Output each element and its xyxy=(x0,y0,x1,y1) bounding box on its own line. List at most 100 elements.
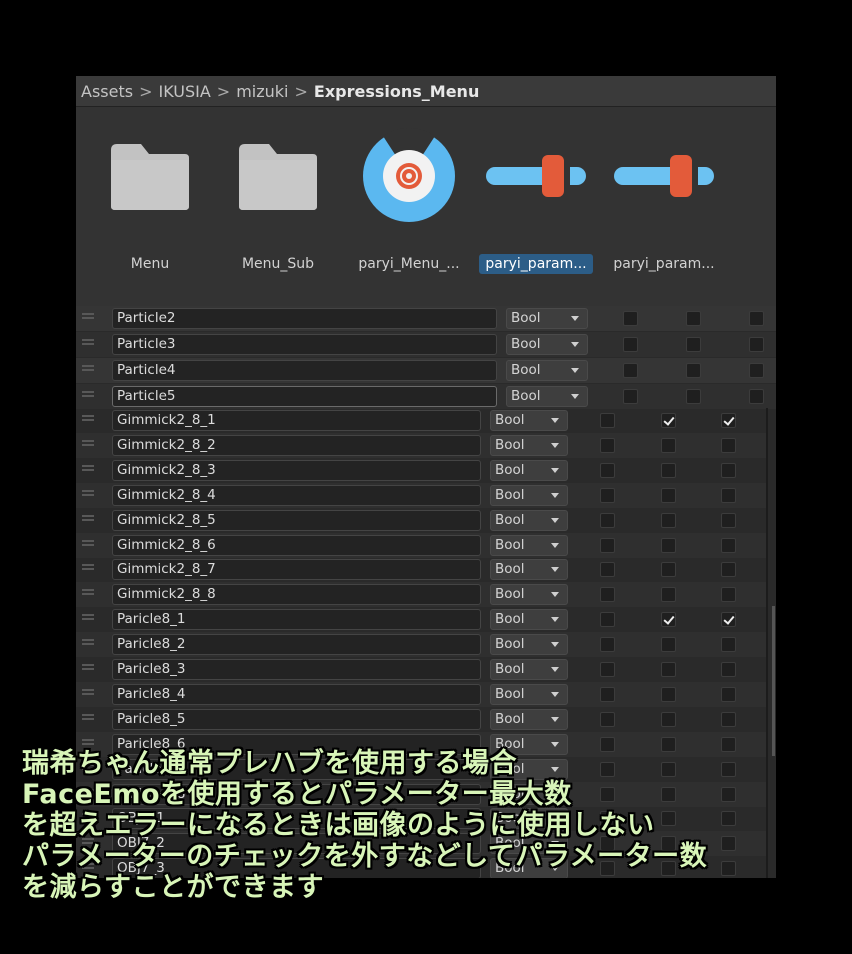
checkbox-default[interactable] xyxy=(600,487,615,503)
asset-item-paryi-param[interactable]: paryi_param... xyxy=(604,132,724,274)
checkbox-synced[interactable] xyxy=(721,662,736,677)
checkbox-synced[interactable] xyxy=(721,413,736,428)
drag-handle-icon[interactable] xyxy=(82,688,94,695)
checkbox-saved[interactable] xyxy=(661,413,676,428)
parameter-name-field[interactable]: Gimmick2_8_8 xyxy=(112,584,481,606)
drag-handle-icon[interactable] xyxy=(82,738,94,745)
checkbox-synced[interactable] xyxy=(721,487,736,503)
parameter-type-dropdown[interactable]: Bool xyxy=(506,334,588,355)
parameter-name-field[interactable]: Paricle8_2 xyxy=(112,634,481,656)
parameter-type-dropdown[interactable]: Bool xyxy=(490,559,568,581)
checkbox-saved[interactable] xyxy=(686,337,701,352)
checkbox-synced[interactable] xyxy=(721,637,736,653)
checkbox-saved[interactable] xyxy=(661,686,676,702)
parameter-name-field[interactable]: Particle3 xyxy=(112,334,497,355)
checkbox-default[interactable] xyxy=(600,637,615,653)
asset-item-paryi-param-selected[interactable]: paryi_param... xyxy=(476,132,596,274)
checkbox-default[interactable] xyxy=(600,587,615,603)
checkbox-default[interactable] xyxy=(623,311,638,326)
parameter-type-dropdown[interactable]: Bool xyxy=(490,509,568,531)
checkbox-synced[interactable] xyxy=(721,686,736,702)
checkbox-default[interactable] xyxy=(623,389,638,404)
checkbox-default[interactable] xyxy=(600,662,615,677)
checkbox-default[interactable] xyxy=(600,413,615,428)
parameter-type-dropdown[interactable]: Bool xyxy=(490,708,568,730)
parameter-name-field[interactable]: Paricle8_5 xyxy=(112,708,481,730)
asset-item-paryi-menu[interactable]: paryi_Menu_... xyxy=(349,128,469,274)
drag-handle-icon[interactable] xyxy=(82,639,94,646)
checkbox-saved[interactable] xyxy=(661,711,676,727)
checkbox-default[interactable] xyxy=(623,363,638,378)
checkbox-saved[interactable] xyxy=(661,612,676,628)
drag-handle-icon[interactable] xyxy=(82,589,94,596)
parameter-type-dropdown[interactable]: Bool xyxy=(506,360,588,381)
parameter-name-field[interactable]: Gimmick2_8_1 xyxy=(112,410,481,431)
checkbox-default[interactable] xyxy=(600,562,615,578)
parameter-type-dropdown[interactable]: Bool xyxy=(490,609,568,631)
parameter-type-dropdown[interactable]: Bool xyxy=(490,410,568,431)
checkbox-synced[interactable] xyxy=(721,437,736,453)
checkbox-synced[interactable] xyxy=(721,537,736,553)
drag-handle-icon[interactable] xyxy=(82,439,94,446)
drag-handle-icon[interactable] xyxy=(82,539,94,546)
parameter-name-field[interactable]: Paricle8_4 xyxy=(112,683,481,705)
parameter-type-dropdown[interactable]: Bool xyxy=(506,386,588,407)
parameter-type-dropdown[interactable]: Bool xyxy=(506,308,588,329)
checkbox-saved[interactable] xyxy=(661,587,676,603)
drag-handle-icon[interactable] xyxy=(82,664,94,670)
checkbox-synced[interactable] xyxy=(721,612,736,628)
parameter-name-field[interactable]: Gimmick2_8_2 xyxy=(112,434,481,456)
checkbox-synced[interactable] xyxy=(721,711,736,727)
parameter-name-field[interactable]: Gimmick2_8_4 xyxy=(112,484,481,506)
checkbox-saved[interactable] xyxy=(661,562,676,578)
parameter-type-dropdown[interactable]: Bool xyxy=(490,584,568,606)
checkbox-saved[interactable] xyxy=(661,462,676,478)
parameter-name-field[interactable]: Particle5 xyxy=(112,386,497,407)
drag-handle-icon[interactable] xyxy=(82,391,94,397)
checkbox-saved[interactable] xyxy=(661,437,676,453)
checkbox-default[interactable] xyxy=(600,462,615,478)
checkbox-default[interactable] xyxy=(600,437,615,453)
parameter-name-field[interactable]: Gimmick2_8_7 xyxy=(112,559,481,581)
checkbox-default[interactable] xyxy=(600,612,615,628)
drag-handle-icon[interactable] xyxy=(82,464,94,471)
checkbox-synced[interactable] xyxy=(721,587,736,603)
drag-handle-icon[interactable] xyxy=(82,489,94,496)
checkbox-saved[interactable] xyxy=(661,537,676,553)
parameter-type-dropdown[interactable]: Bool xyxy=(490,634,568,656)
checkbox-saved[interactable] xyxy=(661,512,676,528)
checkbox-default[interactable] xyxy=(600,537,615,553)
breadcrumb-expressions-menu[interactable]: Expressions_Menu xyxy=(314,82,479,101)
asset-item-menu-sub[interactable]: Menu_Sub xyxy=(218,132,338,274)
drag-handle-icon[interactable] xyxy=(82,313,94,319)
checkbox-saved[interactable] xyxy=(661,637,676,653)
parameter-name-field[interactable]: Paricle8_3 xyxy=(112,659,481,680)
parameter-type-dropdown[interactable]: Bool xyxy=(490,683,568,705)
parameter-name-field[interactable]: Gimmick2_8_5 xyxy=(112,509,481,531)
drag-handle-icon[interactable] xyxy=(82,614,94,621)
drag-handle-icon[interactable] xyxy=(82,339,94,345)
checkbox-synced[interactable] xyxy=(721,462,736,478)
checkbox-default[interactable] xyxy=(600,512,615,528)
parameter-name-field[interactable]: Paricle8_1 xyxy=(112,609,481,631)
checkbox-synced[interactable] xyxy=(749,363,764,378)
drag-handle-icon[interactable] xyxy=(82,365,94,371)
parameter-name-field[interactable]: Gimmick2_8_6 xyxy=(112,534,481,556)
parameter-type-dropdown[interactable]: Bool xyxy=(490,459,568,481)
checkbox-saved[interactable] xyxy=(686,363,701,378)
drag-handle-icon[interactable] xyxy=(82,415,94,421)
drag-handle-icon[interactable] xyxy=(82,713,94,720)
parameter-type-dropdown[interactable]: Bool xyxy=(490,659,568,680)
checkbox-saved[interactable] xyxy=(686,311,701,326)
checkbox-synced[interactable] xyxy=(721,562,736,578)
breadcrumb-assets[interactable]: Assets xyxy=(81,82,133,101)
asset-item-menu[interactable]: Menu xyxy=(90,132,210,274)
checkbox-default[interactable] xyxy=(600,686,615,702)
checkbox-synced[interactable] xyxy=(749,311,764,326)
scrollbar[interactable] xyxy=(772,606,775,756)
breadcrumb-mizuki[interactable]: mizuki xyxy=(236,82,288,101)
drag-handle-icon[interactable] xyxy=(82,564,94,571)
parameter-name-field[interactable]: Particle4 xyxy=(112,360,497,381)
checkbox-synced[interactable] xyxy=(749,337,764,352)
checkbox-default[interactable] xyxy=(623,337,638,352)
